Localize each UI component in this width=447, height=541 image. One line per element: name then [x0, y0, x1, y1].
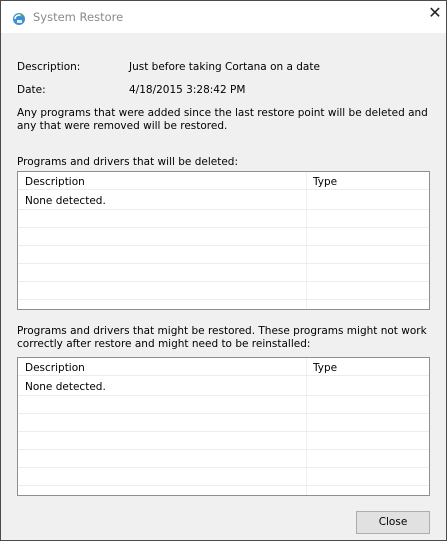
- dialog-body: Description: Just before taking Cortana …: [1, 33, 446, 540]
- system-restore-icon: [13, 13, 25, 25]
- list-row-empty: [18, 228, 429, 246]
- list-row-empty: [18, 264, 429, 282]
- restore-info-text: Any programs that were added since the l…: [17, 107, 428, 132]
- close-icon: ✕: [428, 3, 442, 22]
- column-header-description[interactable]: Description: [25, 362, 85, 374]
- list-row-empty: [18, 432, 429, 450]
- system-restore-window: System Restore ✕ Description: Just befor…: [0, 0, 447, 541]
- list-row-empty: [18, 414, 429, 432]
- list-item[interactable]: None detected.: [18, 378, 429, 396]
- list-item[interactable]: None detected.: [18, 192, 429, 210]
- close-window-button[interactable]: ✕: [424, 1, 446, 27]
- list-row-empty: [18, 468, 429, 486]
- window-title: System Restore: [33, 10, 124, 24]
- description-value: Just before taking Cortana on a date: [129, 61, 320, 73]
- date-value: 4/18/2015 3:28:42 PM: [129, 84, 246, 96]
- list-row-empty: [18, 210, 429, 228]
- title-bar[interactable]: System Restore ✕: [1, 1, 446, 33]
- list-row-empty: [18, 246, 429, 264]
- column-header-type[interactable]: Type: [313, 362, 337, 374]
- list-header: Description Type: [18, 172, 429, 190]
- list-row-empty: [18, 282, 429, 300]
- list-item-description: None detected.: [25, 381, 106, 393]
- description-label: Description:: [17, 61, 81, 73]
- date-label: Date:: [17, 84, 46, 96]
- list-item-description: None detected.: [25, 195, 106, 207]
- deleted-programs-heading: Programs and drivers that will be delete…: [17, 156, 238, 168]
- list-row-empty: [18, 396, 429, 414]
- restored-programs-list[interactable]: Description Type None detected.: [17, 357, 430, 496]
- column-header-description[interactable]: Description: [25, 176, 85, 188]
- list-header: Description Type: [18, 358, 429, 376]
- close-button[interactable]: Close: [356, 511, 430, 534]
- list-row-empty: [18, 450, 429, 468]
- deleted-programs-list[interactable]: Description Type None detected.: [17, 171, 430, 310]
- restored-programs-heading: Programs and drivers that might be resto…: [17, 325, 427, 350]
- column-header-type[interactable]: Type: [313, 176, 337, 188]
